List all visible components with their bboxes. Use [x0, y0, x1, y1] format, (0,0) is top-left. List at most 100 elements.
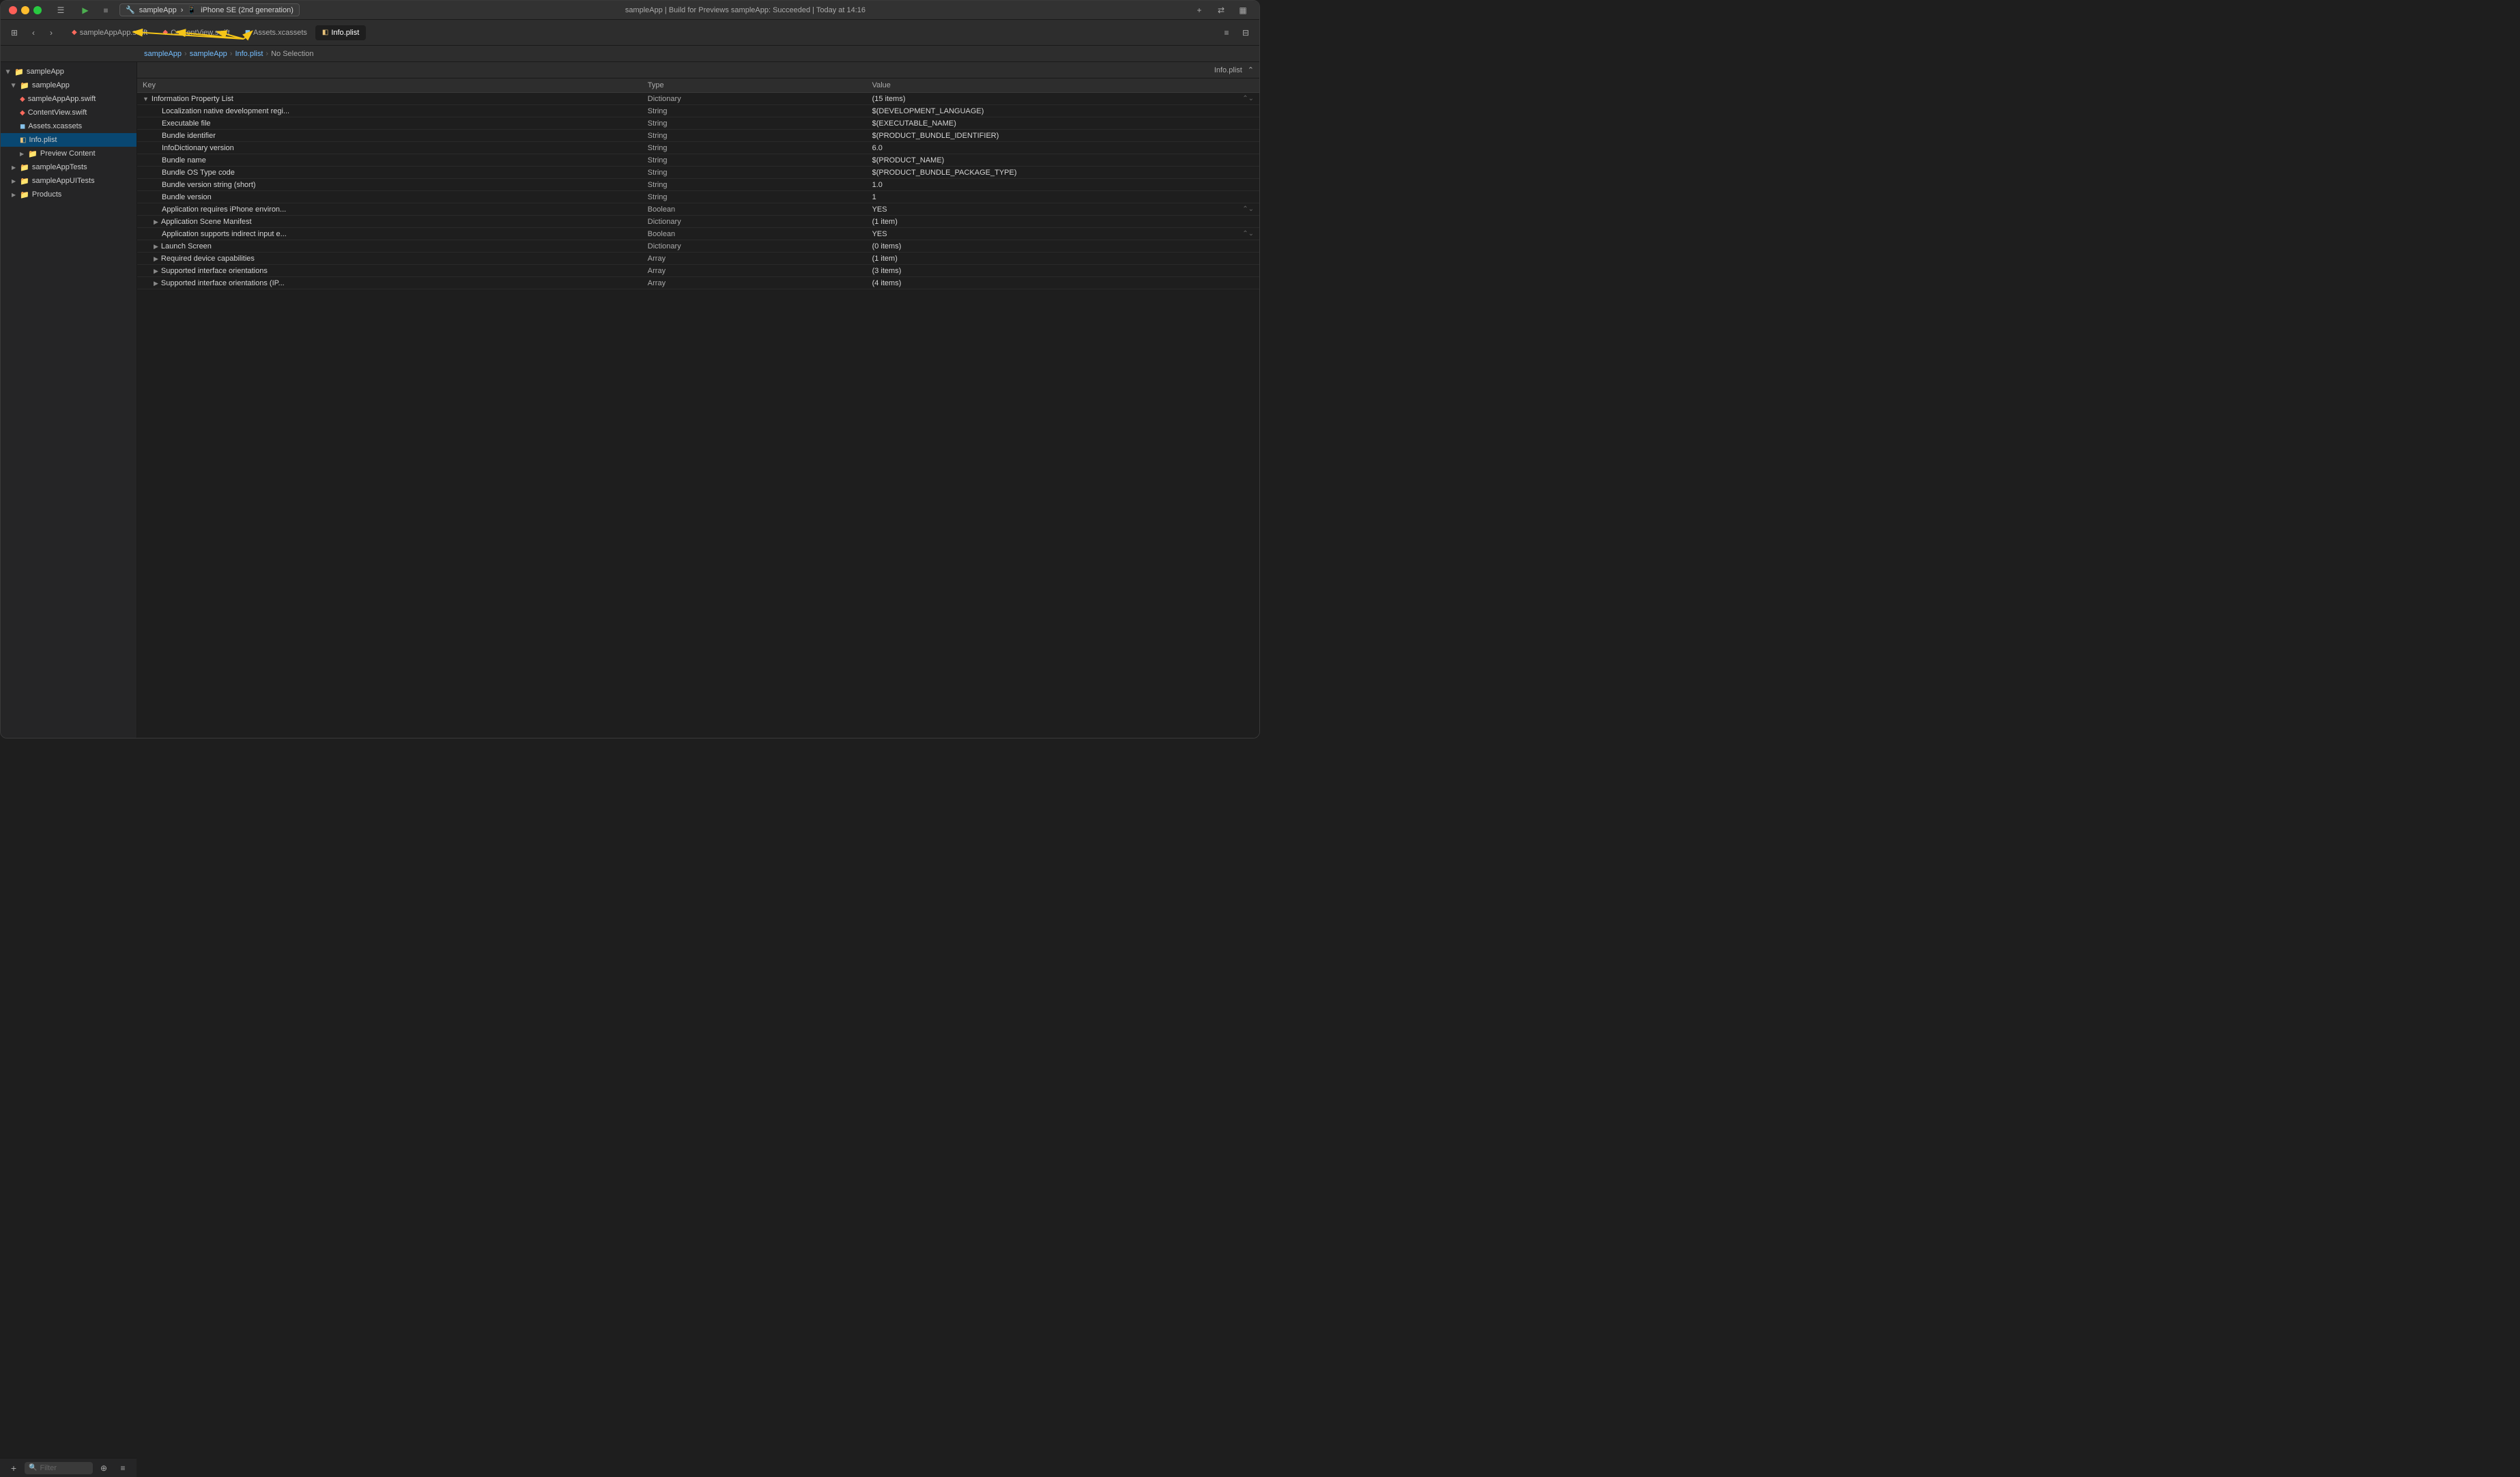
add-button[interactable]: +	[1191, 2, 1207, 18]
row-stepper[interactable]: ⌃⌄	[1242, 230, 1254, 238]
tab-sampleappapp[interactable]: ◆ sampleAppApp.swift	[65, 25, 154, 40]
editor-options-button[interactable]: ≡	[1218, 25, 1235, 41]
sidebar-item-products[interactable]: ▶ 📁 Products	[1, 188, 137, 201]
forward-button[interactable]: ›	[43, 25, 59, 41]
sidebar-item-contentview[interactable]: ◆ ContentView.swift	[1, 106, 137, 119]
table-row[interactable]: ▶Launch ScreenDictionary(0 items)	[137, 240, 1259, 253]
xcassets-icon: ◼	[245, 29, 250, 36]
stop-button[interactable]: ■	[98, 2, 114, 18]
table-row[interactable]: InfoDictionary versionString6.0	[137, 142, 1259, 154]
table-row[interactable]: ▶Supported interface orientationsArray(3…	[137, 265, 1259, 277]
row-key: Launch Screen	[161, 242, 212, 250]
scheme-selector[interactable]: 🔧 sampleApp › 📱 iPhone SE (2nd generatio…	[119, 3, 300, 16]
tab-contentview[interactable]: ◆ ContentView.swift	[156, 25, 236, 40]
tab-assets[interactable]: ◼ Assets.xcassets	[238, 25, 314, 40]
sidebar-item-sampleappapp[interactable]: ◆ sampleAppApp.swift	[1, 92, 137, 106]
maximize-button[interactable]	[33, 6, 42, 14]
tab-infoplist[interactable]: ◧ Info.plist	[315, 25, 366, 40]
sidebar-item-assets[interactable]: ◼ Assets.xcassets	[1, 119, 137, 133]
main-window: ☰ ▶ ■ 🔧 sampleApp › 📱 iPhone SE (2nd gen…	[0, 0, 1260, 738]
row-expand-icon[interactable]: ▼	[143, 96, 149, 102]
row-value: YES⌃⌄	[867, 203, 1259, 216]
row-stepper[interactable]: ⌃⌄	[1242, 205, 1254, 213]
row-value: 1.0	[867, 179, 1259, 191]
breadcrumb-part-2[interactable]: sampleApp	[190, 50, 227, 58]
plist-file-icon: ◧	[20, 137, 26, 144]
table-row[interactable]: Application requires iPhone environ...Bo…	[137, 203, 1259, 216]
row-key: Bundle identifier	[162, 132, 216, 140]
row-value: $(EXECUTABLE_NAME)	[867, 117, 1259, 130]
sidebar-item-sampleappuitests[interactable]: ▶ 📁 sampleAppUITests	[1, 174, 137, 188]
xcassets-file-icon: ◼	[20, 123, 25, 130]
editor-title: Info.plist	[1214, 66, 1242, 74]
table-row[interactable]: Bundle version string (short)String1.0	[137, 179, 1259, 191]
sidebar-item-project[interactable]: ▶ 📁 sampleApp	[1, 65, 137, 78]
tabbar: ◆ sampleAppApp.swift ◆ ContentView.swift…	[62, 23, 640, 42]
sidebar-item-sampleapptests[interactable]: ▶ 📁 sampleAppTests	[1, 160, 137, 174]
row-value: $(DEVELOPMENT_LANGUAGE)	[867, 105, 1259, 117]
breadcrumb-part-1[interactable]: sampleApp	[144, 50, 182, 58]
row-expand-icon[interactable]: ▶	[154, 268, 158, 274]
table-row[interactable]: Bundle OS Type codeString$(PRODUCT_BUNDL…	[137, 167, 1259, 179]
row-key: Supported interface orientations (IP...	[161, 279, 285, 287]
table-row[interactable]: Localization native development regi...S…	[137, 105, 1259, 117]
row-value: (1 item)	[867, 253, 1259, 265]
row-expand-icon[interactable]: ▶	[154, 280, 158, 287]
products-folder-icon: 📁	[20, 190, 29, 199]
swift-icon-2: ◆	[162, 29, 168, 36]
row-value: $(PRODUCT_BUNDLE_PACKAGE_TYPE)	[867, 167, 1259, 179]
plist-editor: Info.plist ⌃ Key Type Value ▼Information…	[137, 62, 1259, 738]
uitests-expand-icon: ▶	[12, 178, 16, 184]
row-expand-icon[interactable]: ▶	[154, 255, 158, 262]
col-type: Type	[642, 78, 867, 93]
row-stepper[interactable]: ⌃⌄	[1242, 95, 1254, 102]
titlebar: ☰ ▶ ■ 🔧 sampleApp › 📱 iPhone SE (2nd gen…	[1, 1, 1259, 20]
main-area: ▶ 📁 sampleApp ▶ 📁 sampleApp ◆ sampleAppA…	[1, 62, 1259, 738]
sidebar-toggle-button[interactable]: ☰	[53, 2, 69, 18]
row-key: Bundle OS Type code	[162, 169, 235, 177]
sidebar-item-preview-content[interactable]: ▶ 📁 Preview Content	[1, 147, 137, 160]
tests-folder-icon: 📁	[20, 163, 29, 172]
table-row[interactable]: Bundle identifierString$(PRODUCT_BUNDLE_…	[137, 130, 1259, 142]
nav-arrows: ‹ ›	[25, 25, 59, 41]
table-row[interactable]: ▶Application Scene ManifestDictionary(1 …	[137, 216, 1259, 228]
sidebar-item-sampleapp-folder[interactable]: ▶ 📁 sampleApp	[1, 78, 137, 92]
table-row[interactable]: ▼Information Property ListDictionary(15 …	[137, 93, 1259, 105]
table-row[interactable]: Application supports indirect input e...…	[137, 228, 1259, 240]
build-status: sampleApp | Build for Previews sampleApp…	[305, 6, 1186, 14]
table-row[interactable]: Executable fileString$(EXECUTABLE_NAME)	[137, 117, 1259, 130]
row-type: Array	[642, 265, 867, 277]
breadcrumb-part-3[interactable]: Info.plist	[235, 50, 263, 58]
stepper-up[interactable]: ⌃	[1248, 66, 1254, 74]
close-button[interactable]	[9, 6, 17, 14]
minimize-button[interactable]	[21, 6, 29, 14]
row-value: (4 items)	[867, 277, 1259, 289]
row-value: $(PRODUCT_BUNDLE_IDENTIFIER)	[867, 130, 1259, 142]
back-button[interactable]: ‹	[25, 25, 42, 41]
row-type: Array	[642, 277, 867, 289]
row-key: Information Property List	[152, 95, 233, 103]
table-row[interactable]: Bundle versionString1	[137, 191, 1259, 203]
table-row[interactable]: ▶Supported interface orientations (IP...…	[137, 277, 1259, 289]
row-key: Bundle version	[162, 193, 212, 201]
grid-view-button[interactable]: ⊞	[6, 25, 23, 41]
sidebar-item-infoplist[interactable]: ◧ Info.plist	[1, 133, 137, 147]
row-type: Boolean	[642, 228, 867, 240]
inspector-button[interactable]: ▦	[1235, 2, 1251, 18]
scheme-app-label: sampleApp	[139, 6, 177, 14]
table-row[interactable]: Bundle nameString$(PRODUCT_NAME)	[137, 154, 1259, 167]
run-button[interactable]: ▶	[77, 2, 94, 18]
row-key: Required device capabilities	[161, 255, 255, 263]
split-button[interactable]: ⊟	[1237, 25, 1254, 41]
row-type: String	[642, 154, 867, 167]
layout-button[interactable]: ⇄	[1213, 2, 1229, 18]
row-key: Localization native development regi...	[162, 107, 289, 115]
breadcrumb-no-selection[interactable]: No Selection	[271, 50, 313, 58]
folder-icon: 📁	[20, 81, 29, 90]
row-type: Boolean	[642, 203, 867, 216]
row-expand-icon[interactable]: ▶	[154, 243, 158, 250]
row-expand-icon[interactable]: ▶	[154, 218, 158, 225]
row-value: 6.0	[867, 142, 1259, 154]
products-expand-icon: ▶	[12, 192, 16, 198]
table-row[interactable]: ▶Required device capabilitiesArray(1 ite…	[137, 253, 1259, 265]
